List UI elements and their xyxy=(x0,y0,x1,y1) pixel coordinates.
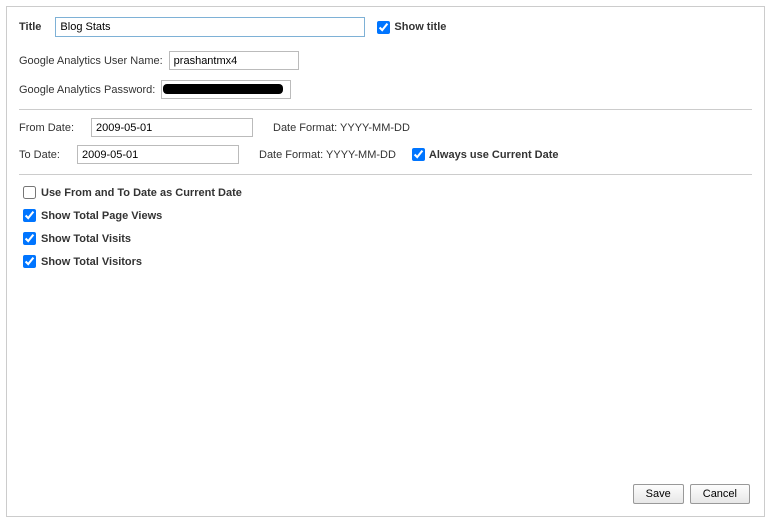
option-visitors: Show Total Visitors xyxy=(19,252,752,271)
always-current-checkbox[interactable] xyxy=(412,148,425,161)
visitors-label: Show Total Visitors xyxy=(41,256,142,268)
to-date-format-label: Date Format: YYYY-MM-DD xyxy=(259,149,396,161)
ga-username-input[interactable] xyxy=(169,51,299,70)
always-current-wrap: Always use Current Date xyxy=(408,145,559,164)
ga-username-row: Google Analytics User Name: xyxy=(19,51,752,70)
save-button[interactable]: Save xyxy=(633,484,684,504)
to-date-input[interactable] xyxy=(77,145,239,164)
option-page-views: Show Total Page Views xyxy=(19,206,752,225)
from-date-input[interactable] xyxy=(91,118,253,137)
visits-checkbox[interactable] xyxy=(23,232,36,245)
options-group: Use From and To Date as Current Date Sho… xyxy=(19,183,752,271)
from-date-label: From Date: xyxy=(19,122,91,134)
always-current-label: Always use Current Date xyxy=(429,149,559,161)
ga-password-row: Google Analytics Password: xyxy=(19,80,752,99)
option-visits: Show Total Visits xyxy=(19,229,752,248)
use-from-to-label: Use From and To Date as Current Date xyxy=(41,187,242,199)
from-date-row: From Date: Date Format: YYYY-MM-DD xyxy=(19,118,752,137)
divider-1 xyxy=(19,109,752,110)
divider-2 xyxy=(19,174,752,175)
redacted-password-overlay xyxy=(163,84,283,94)
show-title-wrap: Show title xyxy=(373,18,446,37)
ga-password-label: Google Analytics Password: xyxy=(19,84,155,96)
page-views-label: Show Total Page Views xyxy=(41,210,162,222)
show-title-checkbox[interactable] xyxy=(377,21,390,34)
settings-panel: Title Show title Google Analytics User N… xyxy=(6,6,765,517)
from-date-format-label: Date Format: YYYY-MM-DD xyxy=(273,122,410,134)
cancel-button[interactable]: Cancel xyxy=(690,484,750,504)
option-use-from-to: Use From and To Date as Current Date xyxy=(19,183,752,202)
title-row: Title Show title xyxy=(19,17,752,37)
to-date-row: To Date: Date Format: YYYY-MM-DD Always … xyxy=(19,145,752,164)
title-label: Title xyxy=(19,21,41,33)
page-views-checkbox[interactable] xyxy=(23,209,36,222)
use-from-to-checkbox[interactable] xyxy=(23,186,36,199)
to-date-label: To Date: xyxy=(19,149,77,161)
visits-label: Show Total Visits xyxy=(41,233,131,245)
button-bar: Save Cancel xyxy=(633,484,750,504)
show-title-label: Show title xyxy=(394,21,446,33)
title-input[interactable] xyxy=(55,17,365,37)
ga-username-label: Google Analytics User Name: xyxy=(19,55,163,67)
visitors-checkbox[interactable] xyxy=(23,255,36,268)
